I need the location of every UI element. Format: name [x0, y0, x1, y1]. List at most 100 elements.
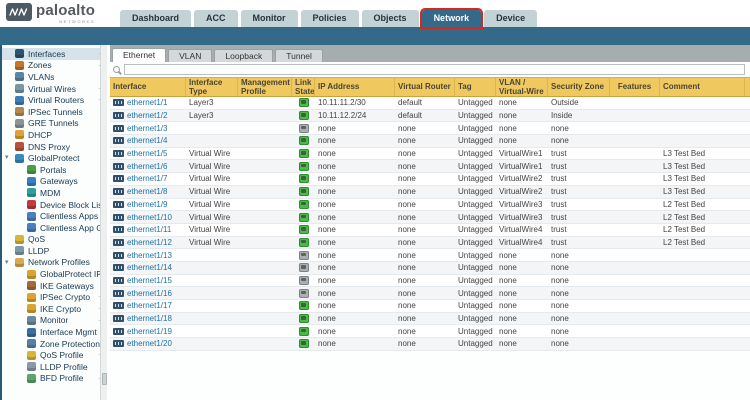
sidebar-item-network-profiles[interactable]: ▾Network Profiles	[2, 257, 107, 269]
table-row[interactable]: ethernet1/16nonenoneUntaggednonenone	[110, 287, 750, 300]
interface-link[interactable]: ethernet1/9	[127, 200, 167, 209]
table-row[interactable]: ethernet1/18nonenoneUntaggednonenone	[110, 313, 750, 326]
table-row[interactable]: ethernet1/4nonenoneUntaggednonenone	[110, 135, 750, 148]
sidebar-item-globalprotect-ipsec-crypto[interactable]: GlobalProtect IPSec Crypto+	[2, 268, 107, 280]
interface-link[interactable]: ethernet1/11	[127, 225, 171, 234]
interface-link[interactable]: ethernet1/14	[127, 263, 172, 272]
interface-link[interactable]: ethernet1/5	[127, 149, 167, 158]
table-row[interactable]: ethernet1/5Virtual WirenonenoneUntaggedV…	[110, 148, 750, 161]
column-header-ip-address[interactable]: IP Address	[315, 78, 395, 96]
interface-link[interactable]: ethernet1/13	[127, 251, 172, 260]
sidebar-item-virtual-routers[interactable]: Virtual Routers+	[2, 94, 107, 106]
interface-link[interactable]: ethernet1/18	[127, 314, 172, 323]
column-header-link-state[interactable]: Link State	[292, 78, 315, 96]
sidebar-item-ike-crypto[interactable]: IKE Crypto+	[2, 303, 107, 315]
sidebar-item-portals[interactable]: Portals	[2, 164, 107, 176]
interface-link[interactable]: ethernet1/1	[127, 98, 167, 107]
tab-loopback[interactable]: Loopback	[214, 49, 273, 62]
cell-interface[interactable]: ethernet1/3	[110, 122, 186, 134]
cell-interface[interactable]: ethernet1/18	[110, 313, 186, 325]
sidebar-item-vlans[interactable]: VLANs	[2, 71, 107, 83]
sidebar-item-bfd-profile[interactable]: BFD Profile+	[2, 373, 107, 385]
sidebar-item-dhcp[interactable]: DHCP	[2, 129, 107, 141]
expand-arrow-icon[interactable]: ▾	[5, 258, 9, 266]
sidebar-item-ipsec-crypto[interactable]: IPSec Crypto+	[2, 291, 107, 303]
cell-interface[interactable]: ethernet1/10	[110, 211, 186, 223]
column-header-features[interactable]: Features	[610, 78, 660, 96]
cell-interface[interactable]: ethernet1/15	[110, 275, 186, 287]
sidebar-item-dns-proxy[interactable]: DNS Proxy	[2, 141, 107, 153]
cell-interface[interactable]: ethernet1/12	[110, 237, 186, 249]
interface-link[interactable]: ethernet1/4	[127, 136, 167, 145]
column-header-management-profile[interactable]: Management Profile	[238, 78, 292, 96]
nav-tab-monitor[interactable]: Monitor	[241, 10, 298, 27]
interface-link[interactable]: ethernet1/7	[127, 174, 167, 183]
cell-interface[interactable]: ethernet1/20	[110, 338, 186, 350]
interface-link[interactable]: ethernet1/8	[127, 187, 167, 196]
cell-interface[interactable]: ethernet1/11	[110, 224, 186, 236]
sidebar-item-globalprotect[interactable]: ▾GlobalProtect	[2, 152, 107, 164]
column-header-vlan-virtual-wire[interactable]: VLAN / Virtual-Wire	[496, 78, 548, 96]
interface-link[interactable]: ethernet1/10	[127, 213, 172, 222]
column-header-security-zone[interactable]: Security Zone	[548, 78, 610, 96]
cell-interface[interactable]: ethernet1/5	[110, 148, 186, 160]
table-row[interactable]: ethernet1/10Virtual WirenonenoneUntagged…	[110, 211, 750, 224]
cell-interface[interactable]: ethernet1/4	[110, 135, 186, 147]
table-row[interactable]: ethernet1/11Virtual WirenonenoneUntagged…	[110, 224, 750, 237]
cell-interface[interactable]: ethernet1/1	[110, 97, 186, 109]
cell-interface[interactable]: ethernet1/2	[110, 110, 186, 122]
nav-tab-device[interactable]: Device	[484, 10, 537, 27]
table-row[interactable]: ethernet1/3nonenoneUntaggednonenone	[110, 122, 750, 135]
table-row[interactable]: ethernet1/9Virtual WirenonenoneUntaggedV…	[110, 199, 750, 212]
cell-interface[interactable]: ethernet1/9	[110, 199, 186, 211]
table-row[interactable]: ethernet1/13nonenoneUntaggednonenone	[110, 249, 750, 262]
interface-link[interactable]: ethernet1/2	[127, 111, 167, 120]
sidebar-item-zones[interactable]: Zones+	[2, 60, 107, 72]
sidebar-scrollbar-thumb[interactable]	[102, 373, 107, 385]
sidebar-item-gateways[interactable]: Gateways	[2, 176, 107, 188]
sidebar-item-device-block-list[interactable]: Device Block List	[2, 199, 107, 211]
interface-link[interactable]: ethernet1/6	[127, 162, 167, 171]
sidebar-scrollbar[interactable]	[100, 45, 107, 400]
sidebar-item-ike-gateways[interactable]: IKE Gateways	[2, 280, 107, 292]
tab-ethernet[interactable]: Ethernet	[112, 48, 166, 62]
nav-tab-policies[interactable]: Policies	[301, 10, 359, 27]
column-header-comment[interactable]: Comment	[660, 78, 745, 96]
sidebar-item-interfaces[interactable]: Interfaces+	[2, 48, 107, 60]
cell-interface[interactable]: ethernet1/8	[110, 186, 186, 198]
tab-vlan[interactable]: VLAN	[168, 49, 212, 62]
column-header-virtual-router[interactable]: Virtual Router	[395, 78, 455, 96]
sidebar-item-clientless-apps[interactable]: Clientless Apps	[2, 210, 107, 222]
table-row[interactable]: ethernet1/6Virtual WirenonenoneUntaggedV…	[110, 160, 750, 173]
sidebar-item-mdm[interactable]: MDM	[2, 187, 107, 199]
sidebar-item-virtual-wires[interactable]: Virtual Wires+	[2, 83, 107, 95]
interface-link[interactable]: ethernet1/16	[127, 289, 172, 298]
expand-arrow-icon[interactable]: ▾	[5, 153, 9, 161]
table-row[interactable]: ethernet1/8Virtual WirenonenoneUntaggedV…	[110, 186, 750, 199]
cell-interface[interactable]: ethernet1/13	[110, 249, 186, 261]
sidebar-item-lldp-profile[interactable]: LLDP Profile	[2, 361, 107, 373]
column-header-interface-type[interactable]: Interface Type	[186, 78, 238, 96]
table-row[interactable]: ethernet1/2Layer310.11.12.2/24defaultUnt…	[110, 110, 750, 123]
sidebar-item-qos[interactable]: QoS	[2, 234, 107, 246]
cell-interface[interactable]: ethernet1/19	[110, 325, 186, 337]
cell-interface[interactable]: ethernet1/17	[110, 300, 186, 312]
table-row[interactable]: ethernet1/12Virtual WirenonenoneUntagged…	[110, 237, 750, 250]
nav-tab-dashboard[interactable]: Dashboard	[120, 10, 191, 27]
interface-link[interactable]: ethernet1/17	[127, 301, 172, 310]
table-row[interactable]: ethernet1/15nonenoneUntaggednonenone	[110, 275, 750, 288]
nav-tab-acc[interactable]: ACC	[194, 10, 238, 27]
sidebar-item-monitor[interactable]: Monitor+	[2, 315, 107, 327]
interface-link[interactable]: ethernet1/15	[127, 276, 172, 285]
table-row[interactable]: ethernet1/1Layer310.11.11.2/30defaultUnt…	[110, 97, 750, 110]
column-header-interface[interactable]: Interface	[110, 78, 186, 96]
sidebar-item-gre-tunnels[interactable]: GRE Tunnels	[2, 118, 107, 130]
tab-tunnel[interactable]: Tunnel	[275, 49, 323, 62]
search-input[interactable]	[124, 64, 745, 75]
interface-link[interactable]: ethernet1/3	[127, 124, 167, 133]
interface-link[interactable]: ethernet1/12	[127, 238, 172, 247]
column-header-tag[interactable]: Tag	[455, 78, 496, 96]
cell-interface[interactable]: ethernet1/7	[110, 173, 186, 185]
sidebar-item-zone-protection[interactable]: Zone Protection	[2, 338, 107, 350]
table-row[interactable]: ethernet1/7Virtual WirenonenoneUntaggedV…	[110, 173, 750, 186]
